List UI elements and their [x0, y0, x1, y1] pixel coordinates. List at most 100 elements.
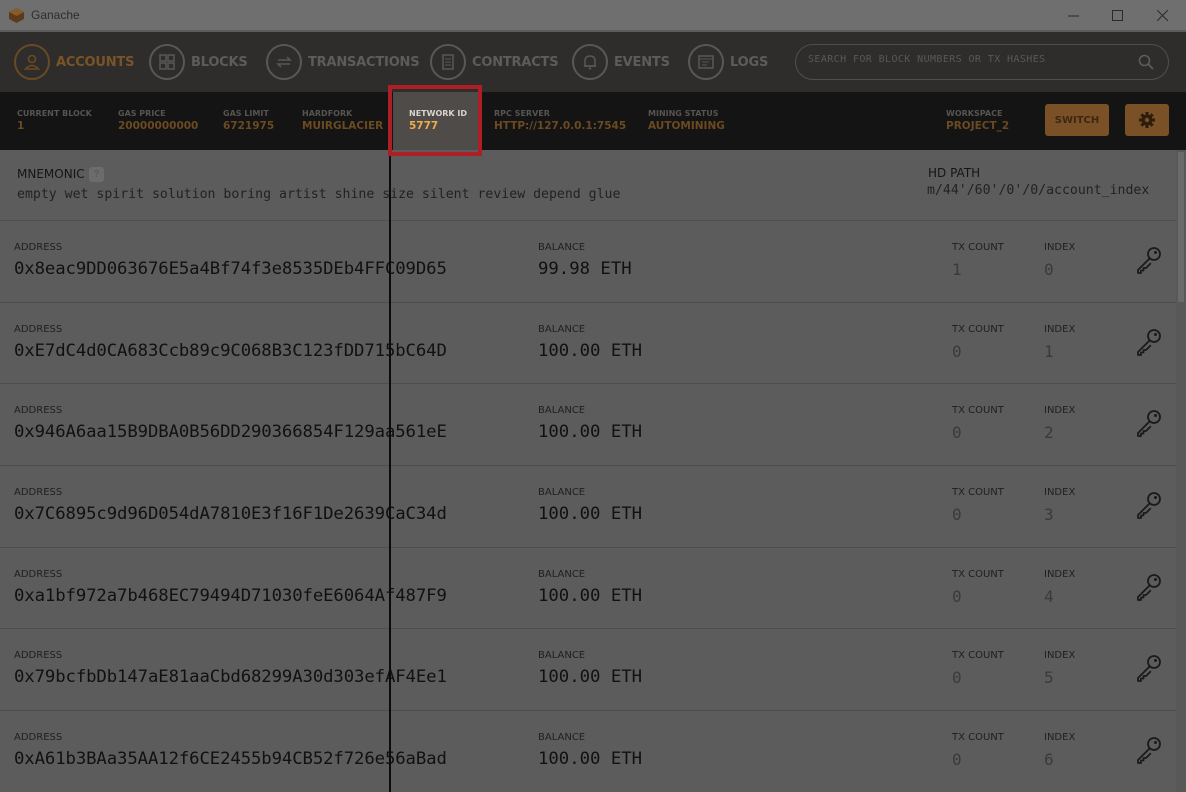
tx-count-header: TX COUNT [952, 568, 1004, 580]
account-tx-count: 0 [952, 750, 962, 770]
nav-events-label: EVENTS [614, 54, 670, 70]
mnemonic-label: MNEMONIC [17, 167, 85, 181]
search-box [795, 44, 1169, 80]
balance-header: BALANCE [538, 732, 586, 744]
stat-value: HTTP://127.0.0.1:7545 [494, 120, 627, 132]
key-icon[interactable] [1134, 408, 1164, 438]
stat-value: 6721975 [223, 120, 275, 132]
stat-value: 1 [17, 120, 25, 132]
title-bar: Ganache [0, 0, 1186, 31]
account-balance: 100.00 ETH [538, 585, 643, 606]
index-header: INDEX [1044, 568, 1076, 580]
scrollbar[interactable] [1176, 150, 1186, 792]
key-icon[interactable] [1134, 490, 1164, 520]
index-header: INDEX [1044, 732, 1076, 744]
account-row[interactable]: ADDRESS 0x79bcfbDb147aE81aaCbd68299A30d30… [0, 629, 1176, 712]
balance-header: BALANCE [538, 568, 586, 580]
address-header: ADDRESS [14, 732, 63, 744]
hd-path-value: m/44'/60'/0'/0/account_index [927, 183, 1150, 198]
scrollbar-thumb[interactable] [1178, 152, 1184, 302]
key-icon[interactable] [1134, 653, 1164, 683]
nav-accounts-label: ACCOUNTS [56, 54, 135, 70]
stat-value: 20000000000 [118, 120, 199, 132]
address-header: ADDRESS [14, 568, 63, 580]
account-address: 0xA61b3BAa35AA12f6CE2455b94CB52f726e56aB… [14, 749, 447, 770]
minimize-button[interactable] [1050, 0, 1096, 31]
index-header: INDEX [1044, 323, 1076, 335]
nav-accounts[interactable]: ACCOUNTS [14, 43, 134, 81]
grid-icon [149, 44, 185, 80]
account-address: 0x946A6aa15B9DBA0B56DD290366854F129aa561… [14, 422, 447, 443]
bell-icon [572, 44, 608, 80]
help-icon[interactable]: ? [89, 167, 104, 182]
nav-blocks-label: BLOCKS [191, 54, 248, 70]
stat-value: 5777 [409, 120, 439, 132]
hd-path-label: HD PATH [928, 166, 981, 180]
stat-label: GAS LIMIT [223, 109, 269, 118]
account-tx-count: 0 [952, 341, 962, 361]
index-header: INDEX [1044, 487, 1076, 499]
account-index: 5 [1044, 668, 1054, 688]
key-icon[interactable] [1134, 735, 1164, 765]
key-icon[interactable] [1134, 572, 1164, 602]
tx-count-header: TX COUNT [952, 242, 1004, 253]
nav-logs[interactable]: LOGS [688, 43, 768, 81]
tx-count-header: TX COUNT [952, 732, 1004, 744]
arrows-icon [266, 44, 302, 80]
stat-value: PROJECT_2 [946, 120, 1010, 132]
account-row[interactable]: ADDRESS 0xE7dC4d0CA683Ccb89c9C068B3C123fD… [0, 303, 1176, 385]
account-tx-count: 0 [952, 423, 962, 443]
balance-header: BALANCE [538, 323, 586, 335]
account-row[interactable]: ADDRESS 0x7C6895c9d96D054dA7810E3f16F1De2… [0, 466, 1176, 548]
terminal-icon [688, 44, 724, 80]
account-row[interactable]: ADDRESS 0xA61b3BAa35AA12f6CE2455b94CB52f7… [0, 711, 1176, 792]
gear-icon [1139, 112, 1155, 128]
account-balance: 100.00 ETH [538, 504, 643, 525]
index-header: INDEX [1044, 650, 1076, 662]
stat-gas-limit: GAS LIMIT 6721975 [223, 92, 293, 150]
search-input[interactable] [808, 54, 1128, 65]
account-index: 4 [1044, 586, 1054, 606]
address-header: ADDRESS [14, 242, 63, 253]
minimize-icon [1067, 15, 1079, 17]
nav-contracts-label: CONTRACTS [472, 54, 559, 70]
account-balance: 99.98 ETH [538, 259, 632, 279]
nav-transactions[interactable]: TRANSACTIONS [266, 43, 420, 81]
index-header: INDEX [1044, 242, 1076, 253]
account-row[interactable]: ADDRESS 0x8eac9DD063676E5a4Bf74f3e8535DEb… [0, 221, 1176, 303]
balance-header: BALANCE [538, 405, 586, 417]
nav-logs-label: LOGS [730, 54, 769, 70]
account-tx-count: 0 [952, 505, 962, 525]
account-address: 0x7C6895c9d96D054dA7810E3f16F1De2639CaC3… [14, 504, 447, 525]
account-balance: 100.00 ETH [538, 749, 643, 770]
nav-blocks[interactable]: BLOCKS [149, 43, 248, 81]
account-row[interactable]: ADDRESS 0x946A6aa15B9DBA0B56DD290366854F1… [0, 384, 1176, 467]
key-icon[interactable] [1134, 245, 1164, 275]
stats-bar: CURRENT BLOCK 1 GAS PRICE 20000000000 GA… [0, 92, 1186, 150]
stat-gas-price: GAS PRICE 20000000000 [118, 92, 218, 150]
tx-count-header: TX COUNT [952, 323, 1004, 335]
switch-workspace-button[interactable]: SWITCH [1045, 104, 1109, 136]
key-icon[interactable] [1134, 327, 1164, 357]
stat-label: NETWORK ID [409, 109, 468, 118]
search-icon[interactable] [1138, 54, 1154, 70]
settings-button[interactable] [1125, 104, 1169, 136]
stat-current-block: CURRENT BLOCK 1 [17, 92, 107, 150]
account-address: 0xa1bf972a7b468EC79494D71030feE6064Af487… [14, 585, 447, 606]
maximize-button[interactable] [1094, 0, 1140, 31]
window-title: Ganache [31, 8, 80, 22]
account-address: 0x79bcfbDb147aE81aaCbd68299A30d303efAF4E… [14, 667, 447, 688]
stat-mining-status: MINING STATUS AUTOMINING [648, 92, 738, 150]
stat-label: CURRENT BLOCK [17, 109, 92, 118]
tx-count-header: TX COUNT [952, 405, 1004, 417]
nav-events[interactable]: EVENTS [572, 43, 670, 81]
account-row[interactable]: ADDRESS 0xa1bf972a7b468EC79494D71030feE60… [0, 548, 1176, 630]
nav-contracts[interactable]: CONTRACTS [430, 43, 559, 81]
address-header: ADDRESS [14, 650, 63, 662]
balance-header: BALANCE [538, 487, 586, 499]
mnemonic-words: empty wet spirit solution boring artist … [17, 187, 621, 202]
account-address: 0xE7dC4d0CA683Ccb89c9C068B3C123fDD715bC6… [14, 340, 447, 361]
close-button[interactable] [1139, 0, 1185, 31]
address-header: ADDRESS [14, 323, 63, 335]
account-index: 1 [1044, 341, 1054, 361]
